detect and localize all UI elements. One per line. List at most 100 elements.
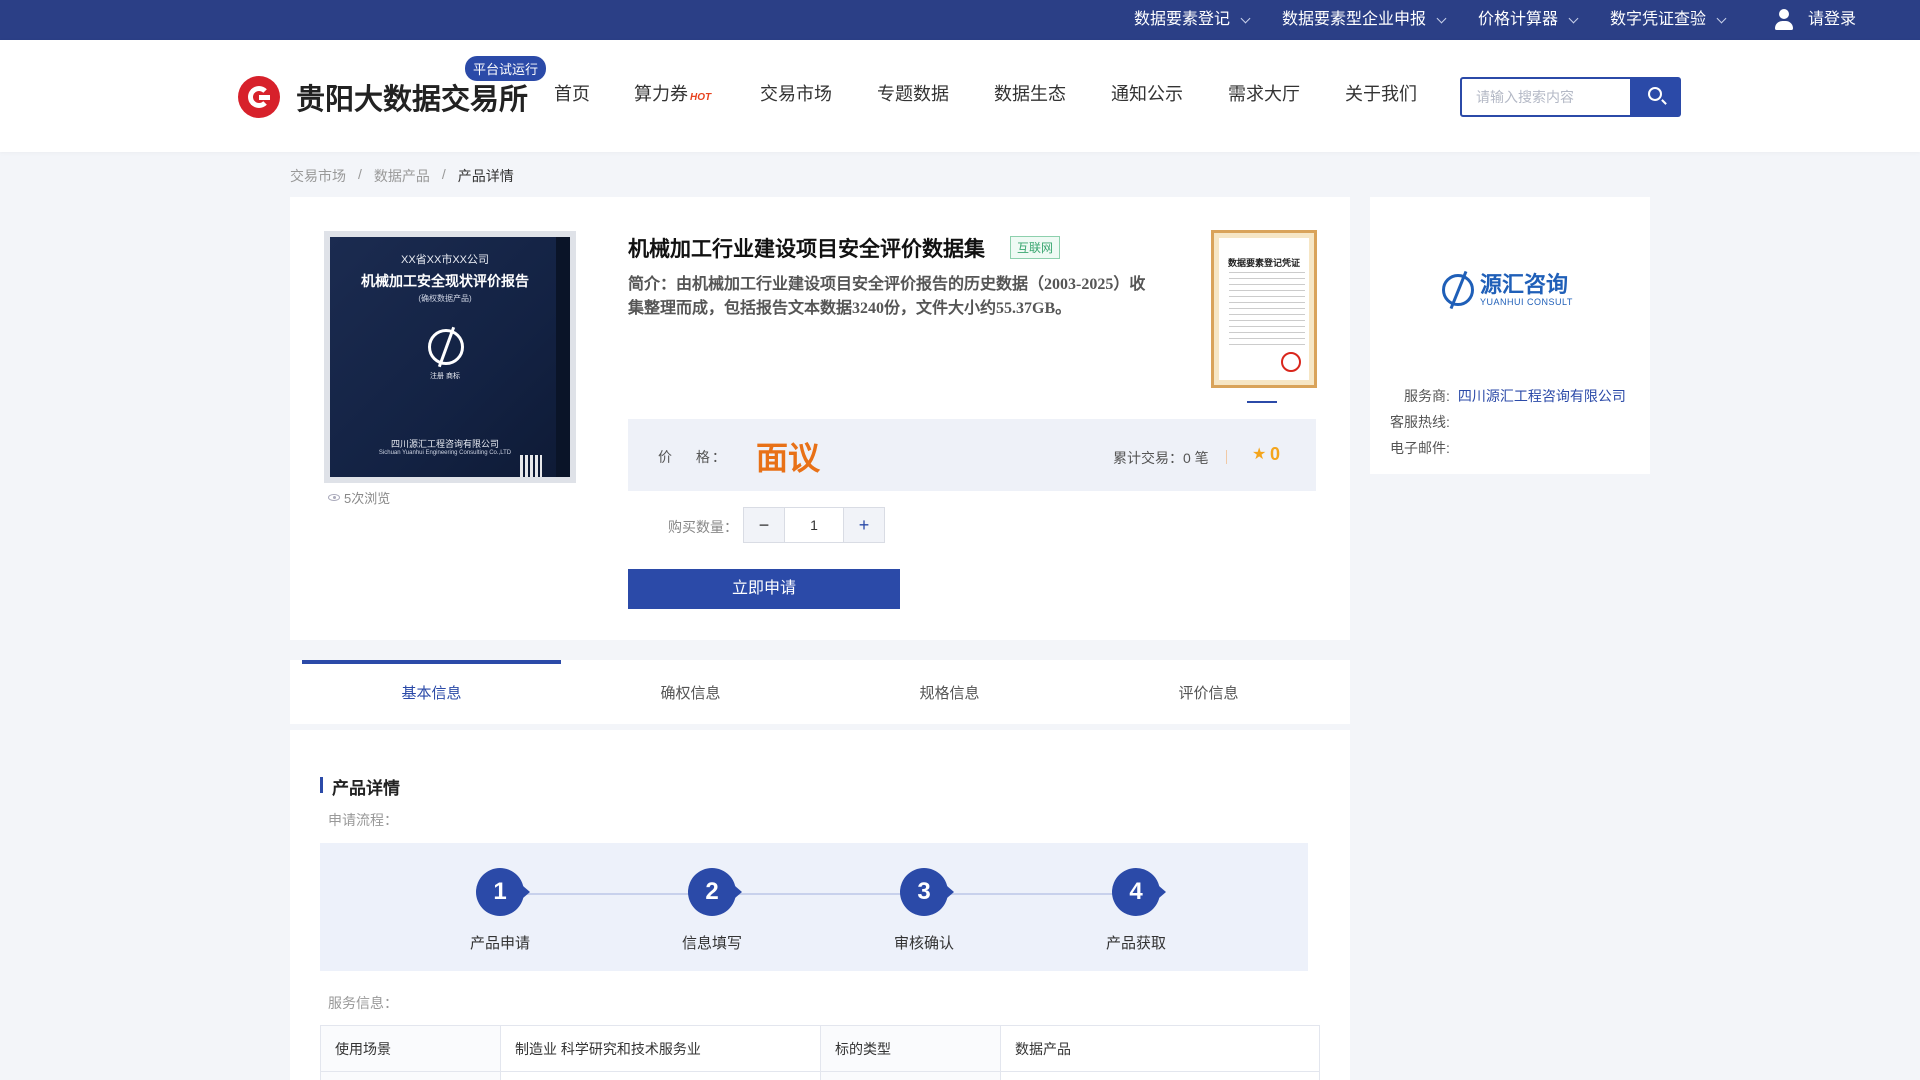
- flow-label: 申请流程：: [328, 812, 398, 828]
- provider-logo-cn: 源汇咨询: [1480, 272, 1569, 297]
- site-logo-text[interactable]: 贵阳大数据交易所: [296, 76, 528, 118]
- main-header: 贵阳大数据交易所 平台试运行 首页 算力券 HOT 交易市场 专题数据 数据生态 …: [0, 40, 1920, 152]
- tab-ownership-info[interactable]: 确权信息: [561, 660, 820, 724]
- cover-company: 四川源汇工程咨询有限公司: [390, 439, 499, 449]
- step-number: 1: [476, 868, 530, 916]
- certificate-text-lines: [1229, 272, 1305, 350]
- cover-line1: XX省XX市XX公司: [400, 254, 490, 266]
- breadcrumb-data-products[interactable]: 数据产品: [374, 166, 430, 186]
- price-label: 价 格：: [658, 449, 728, 465]
- table-cell-value: 制造业 科学研究和技术服务业: [500, 1025, 821, 1072]
- step-number: 4: [1112, 868, 1166, 916]
- login-link[interactable]: 请登录: [1774, 0, 1856, 40]
- cover-line3: (确权数据产品): [418, 294, 472, 303]
- breadcrumb-separator: /: [358, 166, 362, 182]
- product-detail-section: 产品详情 申请流程： 1 产品申请 2 信息填写 3 审核确认 4 产品获取 服…: [290, 730, 1350, 1080]
- nav-compute-voucher[interactable]: 算力券 HOT: [634, 80, 711, 106]
- search-input[interactable]: [1462, 79, 1630, 115]
- provider-email-row: 电子邮件:: [1390, 438, 1450, 458]
- provider-service-value[interactable]: 四川源汇工程咨询有限公司: [1458, 388, 1626, 404]
- step-number: 2: [688, 868, 742, 916]
- price-panel: 价 格： 面议 累计交易：0 笔 ★ 0: [628, 419, 1316, 491]
- quantity-input[interactable]: 1: [784, 508, 844, 542]
- nav-label: 算力券: [634, 84, 688, 104]
- cover-logo-label: 注册 商标: [430, 373, 460, 380]
- flow-step-1: 1 产品申请: [440, 868, 560, 953]
- product-description: 简介：由机械加工行业建设项目安全评价报告的历史数据（2003-2025）收集整理…: [628, 276, 1146, 317]
- exchange-logo-icon[interactable]: [238, 76, 280, 118]
- topbar-data-registration[interactable]: 数据要素登记: [1134, 0, 1251, 40]
- search-button[interactable]: [1631, 77, 1681, 117]
- provider-email-label: 电子邮件:: [1390, 440, 1450, 456]
- topbar-certificate-check[interactable]: 数字凭证查验: [1610, 0, 1727, 40]
- cover-logo-icon: [428, 329, 464, 365]
- certificate-title: 数据要素登记凭证: [1227, 258, 1300, 268]
- provider-hotline-label: 客服热线:: [1390, 414, 1450, 430]
- nav-demand-hall[interactable]: 需求大厅: [1228, 80, 1300, 106]
- top-utility-bar: 数据要素登记 数据要素型企业申报 价格计算器 数字凭证查验 请登录: [0, 0, 1920, 40]
- flow-step-2: 2 信息填写: [652, 868, 772, 953]
- trial-badge: 平台试运行: [465, 56, 547, 81]
- tab-spec-info[interactable]: 规格信息: [820, 660, 1079, 724]
- provider-logo-text: 源汇咨询 YUANHUI CONSULT: [1480, 272, 1573, 308]
- provider-logo-en: YUANHUI CONSULT: [1480, 297, 1573, 307]
- quantity-stepper: − 1 +: [743, 507, 885, 543]
- flow-step-4: 4 产品获取: [1076, 868, 1196, 953]
- detail-tabs: 基本信息 确权信息 规格信息 评价信息: [290, 660, 1350, 724]
- step-number: 3: [900, 868, 954, 916]
- chevron-down-icon: [1240, 13, 1251, 23]
- table-row: [320, 1071, 1320, 1080]
- topbar-price-calculator[interactable]: 价格计算器: [1478, 0, 1579, 40]
- view-count-text: 5次浏览: [344, 491, 391, 506]
- breadcrumb-market[interactable]: 交易市场: [290, 166, 346, 186]
- qr-code-icon: [520, 455, 542, 477]
- trade-count: 累计交易：0 笔: [1113, 450, 1209, 466]
- registration-certificate[interactable]: 数据要素登记凭证: [1211, 230, 1317, 388]
- tab-review-info[interactable]: 评价信息: [1079, 660, 1338, 724]
- seal-icon: [1281, 352, 1301, 372]
- step-label: 信息填写: [681, 935, 742, 952]
- table-row: 使用场景 制造业 科学研究和技术服务业 标的类型 数据产品: [320, 1025, 1320, 1072]
- provider-logo: 源汇咨询 YUANHUI CONSULT: [1442, 273, 1573, 307]
- search-box: [1460, 77, 1632, 117]
- product-card: XX省XX市XX公司 机械加工安全现状评价报告 (确权数据产品) 注册 商标 四…: [290, 197, 1350, 640]
- apply-now-button[interactable]: 立即申请: [628, 569, 900, 609]
- nav-notices[interactable]: 通知公示: [1111, 80, 1183, 106]
- certificate-indicator: [1247, 401, 1277, 403]
- provider-hotline-row: 客服热线:: [1390, 412, 1450, 432]
- service-info-label: 服务信息：: [328, 995, 398, 1011]
- product-cover-image[interactable]: XX省XX市XX公司 机械加工安全现状评价报告 (确权数据产品) 注册 商标 四…: [324, 231, 576, 483]
- nav-data-ecosystem[interactable]: 数据生态: [994, 80, 1066, 106]
- table-cell-key: 使用场景: [320, 1025, 501, 1072]
- service-info-table: 使用场景 制造业 科学研究和技术服务业 标的类型 数据产品: [320, 1025, 1320, 1080]
- price-value: 面议: [756, 440, 821, 476]
- chevron-down-icon: [1568, 13, 1579, 23]
- nav-home[interactable]: 首页: [554, 80, 590, 106]
- tab-basic-info[interactable]: 基本信息: [302, 660, 561, 724]
- provider-service-row: 服务商: 四川源汇工程咨询有限公司: [1404, 386, 1626, 406]
- topbar-item-label: 价格计算器: [1478, 11, 1559, 28]
- topbar-item-label: 数据要素型企业申报: [1282, 11, 1427, 28]
- nav-topic-data[interactable]: 专题数据: [877, 80, 949, 106]
- breadcrumb: 交易市场 / 数据产品 / 产品详情: [290, 166, 514, 186]
- topbar-item-label: 数字凭证查验: [1610, 11, 1707, 28]
- eye-icon: [328, 494, 340, 501]
- topbar-enterprise-declaration[interactable]: 数据要素型企业申报: [1282, 0, 1447, 40]
- certificate-inner: 数据要素登记凭证: [1219, 238, 1309, 380]
- table-cell-value: [1000, 1071, 1320, 1080]
- nav-about[interactable]: 关于我们: [1345, 80, 1417, 106]
- search-icon: [1648, 87, 1662, 101]
- quantity-increase-button[interactable]: +: [844, 508, 884, 542]
- step-label: 审核确认: [893, 935, 954, 952]
- divider: [1226, 450, 1227, 464]
- flow-step-3: 3 审核确认: [864, 868, 984, 953]
- application-flow: 1 产品申请 2 信息填写 3 审核确认 4 产品获取: [320, 843, 1308, 971]
- user-icon: [1774, 9, 1794, 31]
- breadcrumb-current: 产品详情: [457, 168, 514, 184]
- table-cell-key: [820, 1071, 1001, 1080]
- provider-logo-icon: [1442, 274, 1474, 306]
- nav-market[interactable]: 交易市场: [760, 80, 832, 106]
- topbar-item-label: 数据要素登记: [1134, 11, 1231, 28]
- quantity-decrease-button[interactable]: −: [744, 508, 784, 542]
- provider-card: 源汇咨询 YUANHUI CONSULT 服务商: 四川源汇工程咨询有限公司 客服…: [1370, 197, 1650, 474]
